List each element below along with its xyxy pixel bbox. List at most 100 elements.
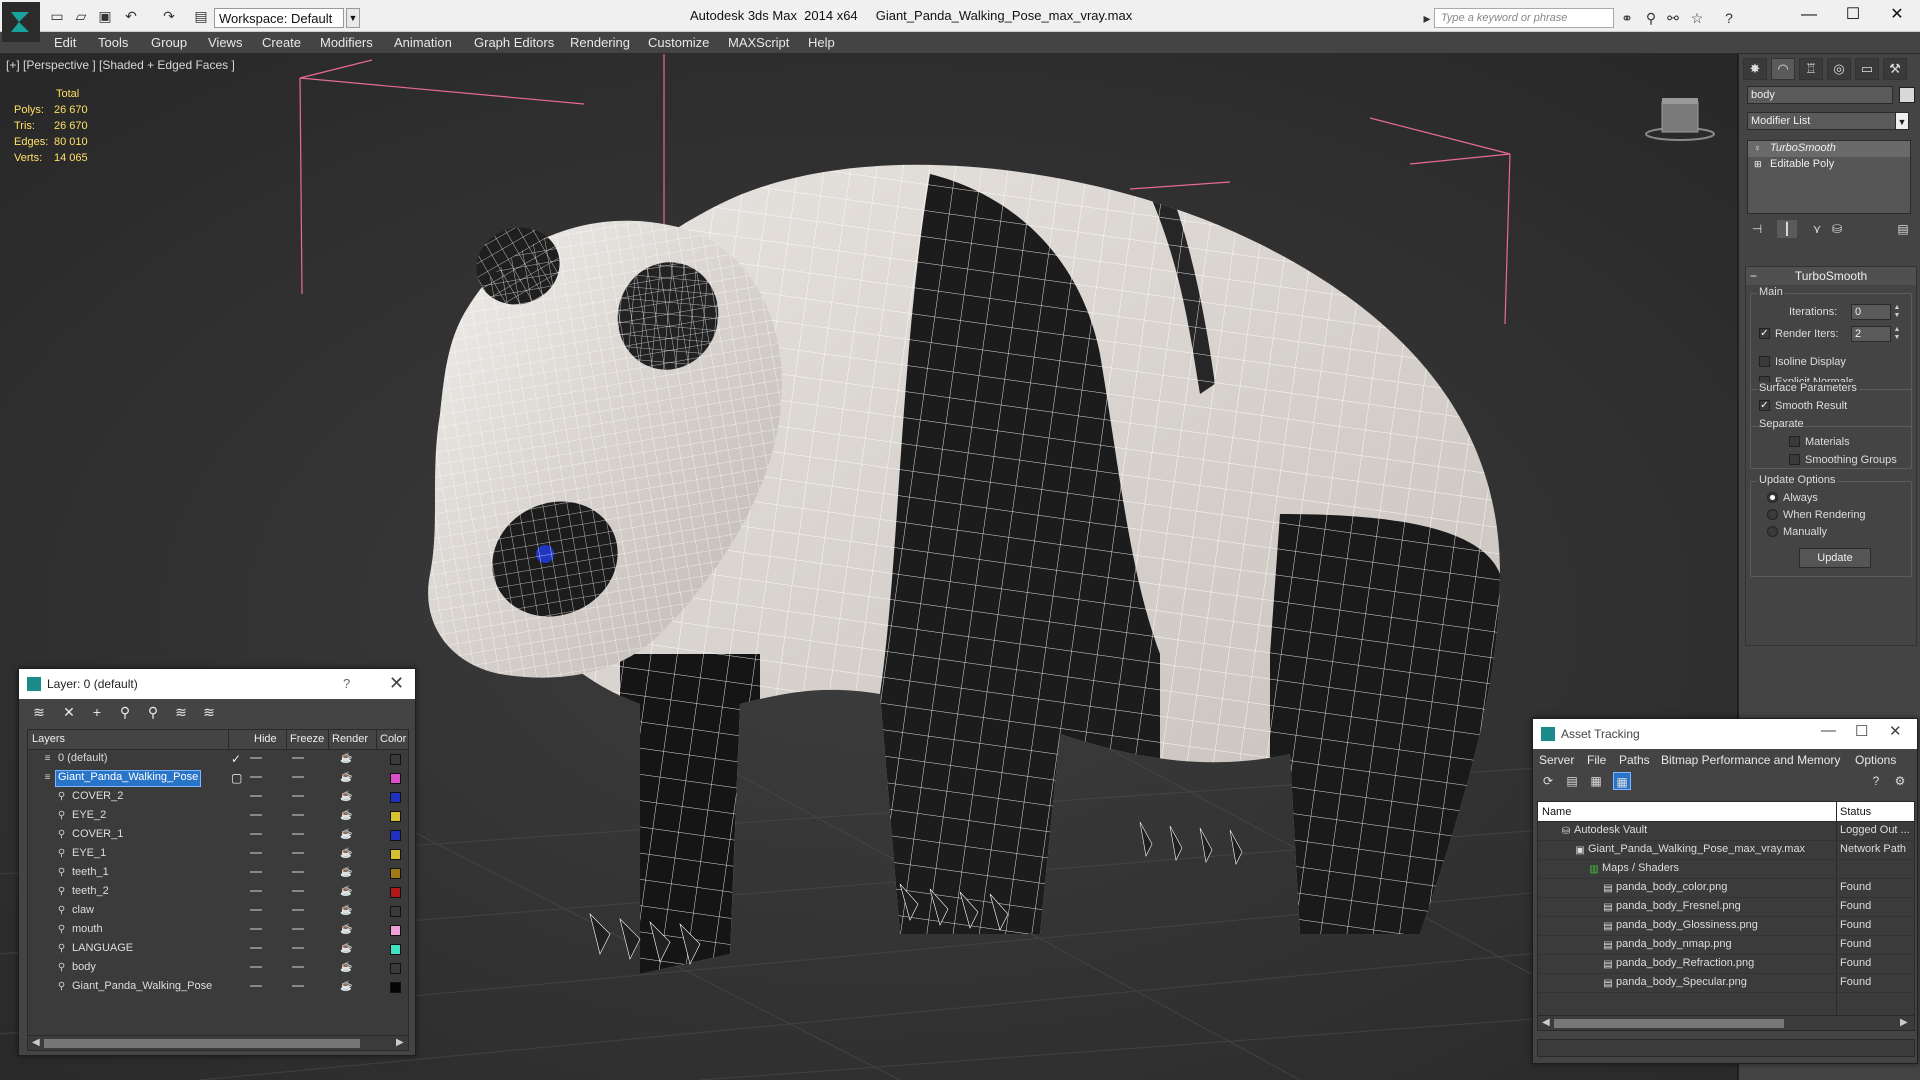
- hide-toggle[interactable]: [250, 966, 262, 968]
- freeze-toggle[interactable]: [292, 757, 304, 759]
- hide-toggle[interactable]: [250, 871, 262, 873]
- layer-row[interactable]: ⚲ LANGUAGE ☕: [28, 940, 408, 959]
- help-icon[interactable]: ?: [1720, 10, 1738, 26]
- freeze-toggle[interactable]: [292, 833, 304, 835]
- col-render[interactable]: Render: [332, 733, 368, 745]
- create-tab-icon[interactable]: ✸: [1743, 58, 1767, 80]
- stack-item-turbosmooth[interactable]: ♀ TurboSmooth: [1748, 141, 1910, 157]
- layer-color-swatch[interactable]: [390, 754, 401, 765]
- close-icon[interactable]: ✕: [389, 673, 404, 694]
- turbosmooth-rollout-header[interactable]: − TurboSmooth: [1746, 267, 1916, 285]
- create-layer-icon[interactable]: ≋: [29, 703, 49, 721]
- hide-toggle[interactable]: [250, 909, 262, 911]
- freeze-toggle[interactable]: [292, 985, 304, 987]
- layer-color-swatch[interactable]: [390, 792, 401, 803]
- hide-toggle[interactable]: [250, 985, 262, 987]
- hide-toggle[interactable]: [250, 852, 262, 854]
- layer-color-swatch[interactable]: [390, 868, 401, 879]
- asset-row[interactable]: ▤ panda_body_Refraction.png Found: [1538, 955, 1914, 974]
- col-freeze[interactable]: Freeze: [290, 733, 324, 745]
- viewport-label[interactable]: [+] [Perspective ] [Shaded + Edged Faces…: [6, 58, 235, 72]
- asset-menu-file[interactable]: File: [1587, 753, 1606, 767]
- remove-modifier-icon[interactable]: ⛁: [1827, 220, 1847, 238]
- layer-row[interactable]: ⚲ teeth_2 ☕: [28, 883, 408, 902]
- freeze-toggle[interactable]: [292, 776, 304, 778]
- asset-menu-options[interactable]: Options: [1855, 753, 1896, 767]
- layer-color-swatch[interactable]: [390, 925, 401, 936]
- asset-maximize-button[interactable]: ☐: [1855, 722, 1868, 740]
- asset-row[interactable]: ▤ panda_body_Specular.png Found: [1538, 974, 1914, 993]
- freeze-toggle[interactable]: [292, 852, 304, 854]
- hide-toggle[interactable]: [250, 928, 262, 930]
- object-color-swatch[interactable]: [1899, 87, 1915, 103]
- menu-graph-editors[interactable]: Graph Editors: [474, 35, 554, 50]
- iterations-spin-arrows-icon[interactable]: ▲ ▼: [1893, 304, 1901, 320]
- menu-group[interactable]: Group: [151, 35, 187, 50]
- expand-plus-icon[interactable]: ⊞: [1754, 159, 1764, 169]
- render-teapot-icon[interactable]: ☕: [340, 791, 352, 803]
- menu-create[interactable]: Create: [262, 35, 301, 50]
- layer-color-swatch[interactable]: [390, 887, 401, 898]
- hide-toggle[interactable]: [250, 814, 262, 816]
- layer-color-swatch[interactable]: [390, 773, 401, 784]
- layer-horizontal-scrollbar[interactable]: ◀ ▶: [27, 1035, 409, 1051]
- undo-icon[interactable]: ↶: [122, 8, 140, 24]
- asset-row[interactable]: ⛁ Autodesk Vault Logged Out ...: [1538, 822, 1914, 841]
- menu-customize[interactable]: Customize: [648, 35, 709, 50]
- render-teapot-icon[interactable]: ☕: [340, 867, 352, 879]
- render-teapot-icon[interactable]: ☕: [340, 905, 352, 917]
- asset-settings-icon[interactable]: ⚙: [1891, 772, 1909, 790]
- render-teapot-icon[interactable]: ☕: [340, 943, 352, 955]
- asset-dialog-titlebar[interactable]: Asset Tracking — ☐ ✕: [1533, 719, 1917, 749]
- render-iters-spinner[interactable]: 2: [1851, 326, 1891, 342]
- layer-row[interactable]: ⚲ EYE_1 ☕: [28, 845, 408, 864]
- menu-edit[interactable]: Edit: [54, 35, 76, 50]
- hide-toggle[interactable]: [250, 757, 262, 759]
- render-teapot-icon[interactable]: ☕: [340, 810, 352, 822]
- highlight-layer-icon[interactable]: ⚲: [143, 703, 163, 721]
- list-view-icon[interactable]: ▤: [1563, 772, 1581, 790]
- col-name[interactable]: Name: [1542, 806, 1571, 818]
- layer-color-swatch[interactable]: [390, 944, 401, 955]
- layer-color-swatch[interactable]: [390, 982, 401, 993]
- subscription-icon[interactable]: ⚲: [1642, 10, 1660, 26]
- freeze-toggle[interactable]: [292, 928, 304, 930]
- layer-color-swatch[interactable]: [390, 963, 401, 974]
- modifier-list-arrow-icon[interactable]: ▼: [1895, 112, 1909, 130]
- smooth-result-checkbox[interactable]: ✓: [1759, 400, 1770, 411]
- render-iters-checkbox[interactable]: ✓: [1759, 328, 1770, 339]
- layer-color-swatch[interactable]: [390, 906, 401, 917]
- layer-row[interactable]: ⚲ COVER_1 ☕: [28, 826, 408, 845]
- layer-row[interactable]: ⚲ mouth ☕: [28, 921, 408, 940]
- collapse-icon[interactable]: −: [1750, 267, 1757, 285]
- scroll-right-icon[interactable]: ▶: [396, 1037, 404, 1048]
- asset-row[interactable]: ▤ panda_body_nmap.png Found: [1538, 936, 1914, 955]
- open-file-icon[interactable]: ▱: [72, 8, 90, 24]
- set-current-layer-icon[interactable]: ▢: [231, 771, 242, 785]
- render-teapot-icon[interactable]: ☕: [340, 981, 352, 993]
- col-layers[interactable]: Layers: [32, 733, 65, 745]
- motion-tab-icon[interactable]: ◎: [1827, 58, 1851, 80]
- always-radio[interactable]: [1767, 492, 1778, 503]
- asset-row[interactable]: ▤ panda_body_Fresnel.png Found: [1538, 898, 1914, 917]
- layer-color-swatch[interactable]: [390, 849, 401, 860]
- modifier-list-dropdown[interactable]: Modifier List: [1747, 112, 1909, 130]
- refresh-icon[interactable]: ⟳: [1539, 772, 1557, 790]
- asset-scroll-left-icon[interactable]: ◀: [1542, 1017, 1550, 1028]
- asset-row[interactable]: ▥ Maps / Shaders: [1538, 860, 1914, 879]
- scroll-thumb[interactable]: [44, 1039, 360, 1048]
- render-teapot-icon[interactable]: ☕: [340, 753, 352, 765]
- materials-checkbox[interactable]: [1789, 436, 1800, 447]
- layer-dialog-titlebar[interactable]: Layer: 0 (default) ? ✕: [19, 669, 415, 699]
- make-unique-icon[interactable]: ⋎: [1807, 220, 1827, 238]
- render-iters-spin-arrows-icon[interactable]: ▲ ▼: [1893, 326, 1901, 342]
- hide-toggle[interactable]: [250, 795, 262, 797]
- layer-row[interactable]: ⚲ teeth_1 ☕: [28, 864, 408, 883]
- stack-item-editable-poly[interactable]: ⊞ Editable Poly: [1748, 157, 1910, 173]
- render-teapot-icon[interactable]: ☕: [340, 772, 352, 784]
- scroll-left-icon[interactable]: ◀: [32, 1037, 40, 1048]
- save-file-icon[interactable]: ▣: [96, 8, 114, 24]
- modify-tab-icon[interactable]: ◠: [1771, 58, 1795, 80]
- layer-color-swatch[interactable]: [390, 830, 401, 841]
- hierarchy-tab-icon[interactable]: ♖: [1799, 58, 1823, 80]
